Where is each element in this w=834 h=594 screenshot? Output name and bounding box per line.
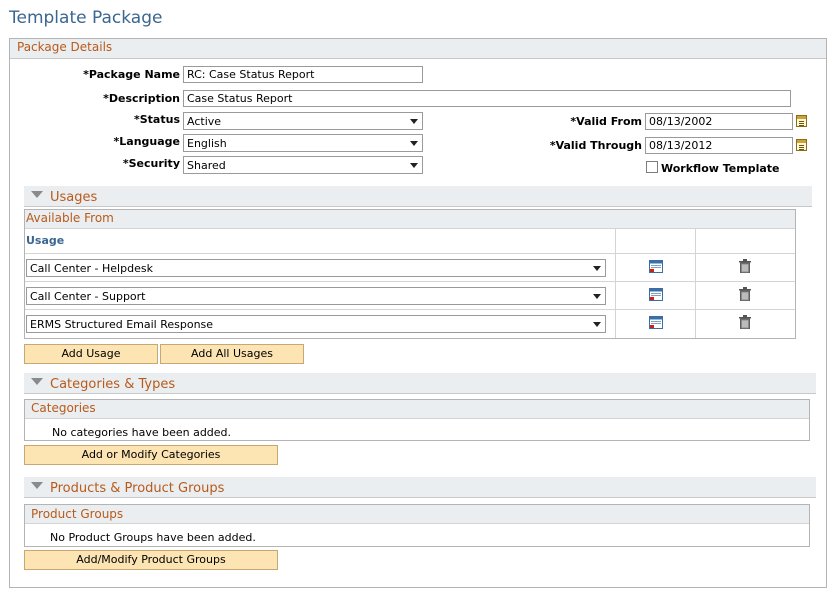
product-groups-empty-text: No Product Groups have been added.: [50, 531, 256, 544]
usage-select[interactable]: Call Center - Support: [26, 287, 606, 305]
security-label: *Security: [122, 157, 180, 170]
package-name-label: *Package Name: [83, 68, 180, 81]
product-groups-grid-title: Product Groups: [31, 507, 124, 521]
details-icon[interactable]: [649, 316, 663, 329]
language-label: *Language: [113, 135, 180, 148]
trash-icon[interactable]: [739, 315, 751, 329]
usages-grid-header: [25, 210, 795, 229]
usage-select[interactable]: ERMS Structured Email Response: [26, 315, 606, 333]
valid-through-label: *Valid Through: [549, 139, 642, 152]
language-value: English: [187, 137, 227, 150]
status-value: Active: [187, 115, 222, 128]
status-select[interactable]: Active: [183, 112, 423, 130]
chevron-down-icon: [593, 266, 601, 271]
page-title: Template Package: [9, 8, 163, 28]
language-select[interactable]: English: [183, 134, 423, 152]
chevron-down-icon: [593, 294, 601, 299]
row-divider: [25, 281, 795, 282]
details-icon[interactable]: [649, 288, 663, 301]
usages-grid-title: Available From: [26, 211, 114, 225]
products-section-title: Products & Product Groups: [50, 481, 225, 496]
status-label: *Status: [134, 113, 180, 126]
usages-section-title: Usages: [50, 190, 98, 205]
chevron-down-icon: [410, 163, 418, 168]
workflow-template-checkbox[interactable]: [646, 161, 658, 173]
usage-column-header: Usage: [26, 234, 65, 247]
security-select[interactable]: Shared: [183, 156, 423, 174]
package-details-header: [10, 39, 826, 59]
valid-from-field[interactable]: 08/13/2002: [645, 113, 793, 130]
categories-empty-text: No categories have been added.: [52, 426, 232, 439]
product-groups-grid-header: [25, 505, 809, 524]
usages-section-bar[interactable]: [24, 186, 812, 207]
row-divider: [25, 253, 795, 254]
description-label: *Description: [103, 92, 180, 105]
details-icon[interactable]: [649, 260, 663, 273]
column-divider: [695, 228, 696, 338]
package-details-title: Package Details: [17, 40, 113, 54]
valid-through-field[interactable]: 08/13/2012: [645, 137, 793, 154]
column-divider: [615, 228, 616, 338]
calendar-icon[interactable]: [796, 139, 807, 151]
usage-select[interactable]: Call Center - Helpdesk: [26, 259, 606, 277]
usage-value: ERMS Structured Email Response: [30, 318, 214, 331]
chevron-down-icon: [410, 141, 418, 146]
trash-icon[interactable]: [739, 287, 751, 301]
categories-section-title: Categories & Types: [50, 377, 176, 392]
add-modify-categories-button[interactable]: Add or Modify Categories: [24, 445, 278, 465]
collapse-triangle-icon[interactable]: [31, 482, 43, 489]
package-name-field[interactable]: RC: Case Status Report: [183, 66, 423, 83]
usage-value: Call Center - Support: [30, 290, 146, 303]
add-modify-product-groups-button[interactable]: Add/Modify Product Groups: [24, 550, 278, 570]
description-field[interactable]: Case Status Report: [183, 90, 791, 107]
trash-icon[interactable]: [739, 259, 751, 273]
add-all-usages-button[interactable]: Add All Usages: [160, 344, 304, 364]
categories-grid-title: Categories: [31, 401, 96, 415]
add-usage-button[interactable]: Add Usage: [24, 344, 158, 364]
collapse-triangle-icon[interactable]: [31, 378, 43, 385]
workflow-template-label: Workflow Template: [661, 162, 780, 175]
usage-value: Call Center - Helpdesk: [30, 262, 153, 275]
chevron-down-icon: [410, 119, 418, 124]
row-divider: [25, 309, 795, 310]
calendar-icon[interactable]: [796, 115, 807, 127]
security-value: Shared: [187, 159, 226, 172]
valid-from-label: *Valid From: [570, 115, 642, 128]
categories-grid-header: [25, 400, 809, 419]
chevron-down-icon: [593, 322, 601, 327]
collapse-triangle-icon[interactable]: [31, 191, 43, 198]
